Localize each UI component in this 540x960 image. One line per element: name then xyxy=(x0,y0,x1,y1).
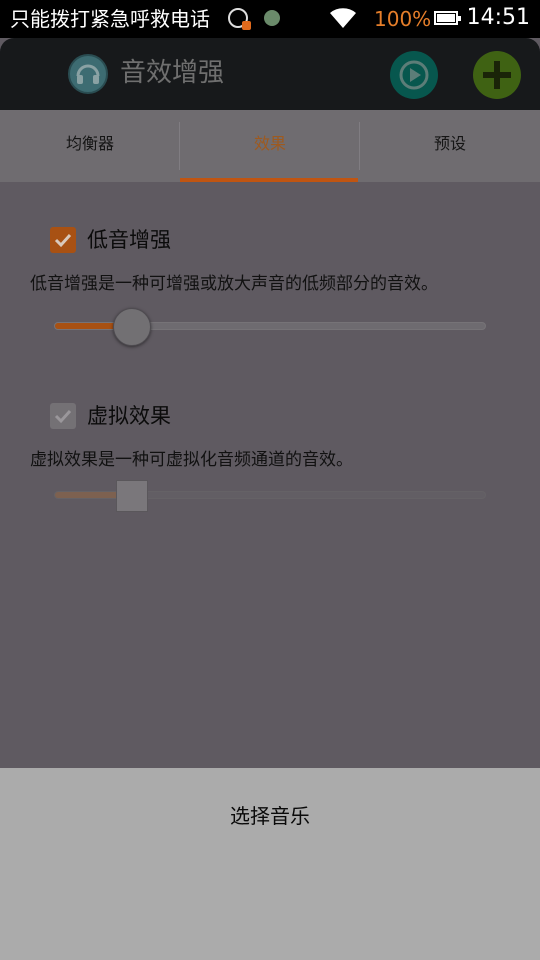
select-music-button[interactable]: 选择音乐 xyxy=(0,768,540,864)
virtualizer-label: 虚拟效果 xyxy=(87,404,171,428)
virtualizer-slider-thumb[interactable] xyxy=(115,480,148,512)
status-text: 只能拨打紧急呼救电话 xyxy=(10,7,210,31)
tab-presets[interactable]: 预设 xyxy=(360,110,540,182)
tab-effects[interactable]: 效果 xyxy=(180,110,360,182)
app-headphone-icon xyxy=(68,54,108,94)
effects-panel: 低音增强 低音增强是一种可增强或放大声音的低频部分的音效。 虚拟效果 虚拟效果是… xyxy=(0,182,540,768)
tab-label: 预设 xyxy=(433,134,466,153)
wifi-icon xyxy=(328,6,358,34)
tab-equalizer[interactable]: 均衡器 xyxy=(0,110,180,182)
bass-boost-label: 低音增强 xyxy=(87,228,171,252)
tab-divider xyxy=(179,122,180,170)
bass-boost-slider-thumb[interactable] xyxy=(112,308,151,346)
notification-icon xyxy=(228,8,251,30)
app-title: 音效增强 xyxy=(120,58,225,88)
bottom-sheet: 选择音乐 xyxy=(0,768,540,960)
tab-divider xyxy=(359,122,360,170)
bass-boost-description: 低音增强是一种可增强或放大声音的低频部分的音效。 xyxy=(30,274,438,294)
play-icon xyxy=(399,60,429,90)
status-time: 14:51 xyxy=(466,5,530,30)
tab-bar: 均衡器 效果 预设 xyxy=(0,110,540,182)
checkmark-icon xyxy=(54,233,72,248)
checkmark-icon xyxy=(54,409,72,424)
tab-label: 效果 xyxy=(253,134,286,153)
app-notification-icon xyxy=(264,10,280,26)
add-icon xyxy=(483,61,511,89)
add-button[interactable] xyxy=(473,51,521,99)
virtualizer-description: 虚拟效果是一种可虚拟化音频通道的音效。 xyxy=(30,450,353,470)
battery-icon xyxy=(434,11,461,25)
play-button[interactable] xyxy=(390,51,438,99)
action-bar: 音效增强 xyxy=(0,38,540,110)
battery-percent: 100% xyxy=(374,7,432,31)
tab-label: 均衡器 xyxy=(65,134,114,153)
virtualizer-checkbox[interactable] xyxy=(50,403,76,429)
status-bar: 只能拨打紧急呼救电话 100% 14:51 xyxy=(0,0,540,38)
bass-boost-checkbox[interactable] xyxy=(50,227,76,253)
